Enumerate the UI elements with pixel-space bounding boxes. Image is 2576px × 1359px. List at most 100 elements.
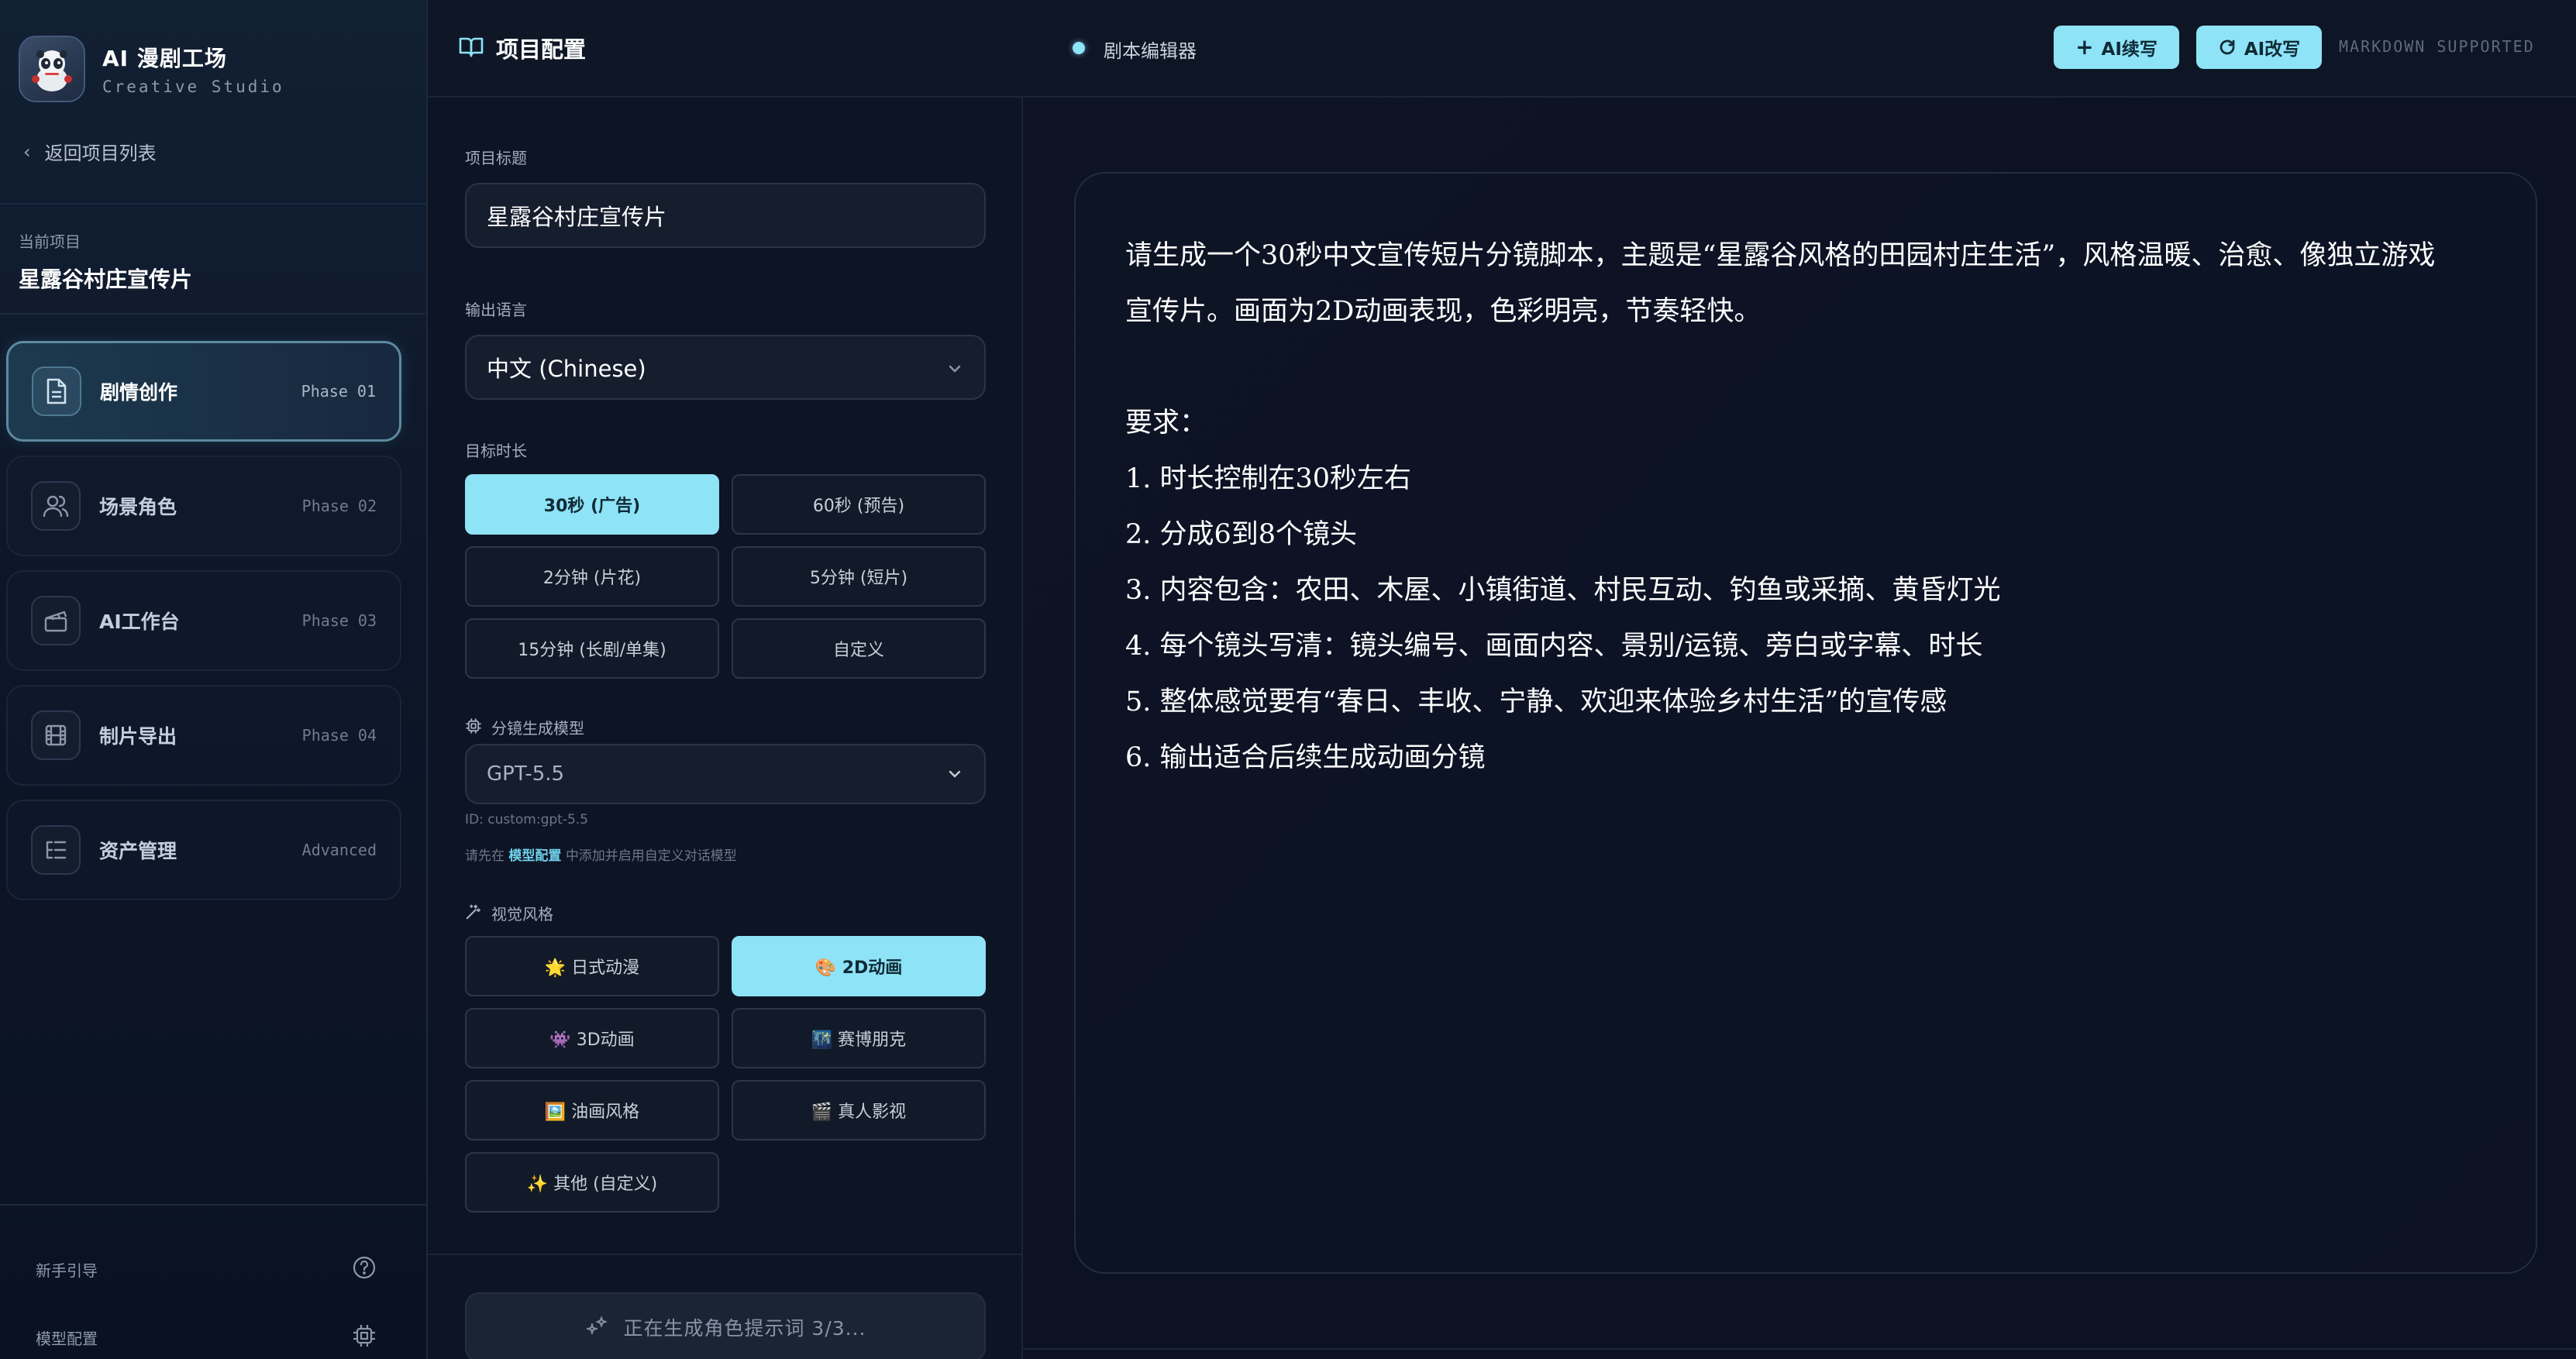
back-to-projects-label: 返回项目列表	[44, 143, 157, 164]
output-language-label: 输出语言	[465, 301, 527, 319]
current-project-caption: 当前项目	[19, 232, 81, 251]
model-config-hint: 请先在 模型配置 中添加并启用自定义对话模型	[465, 845, 737, 864]
style-option-cyberpunk[interactable]: 🌃 赛博朋克	[732, 1008, 986, 1068]
current-project: 当前项目 星露谷村庄宣传片	[19, 229, 192, 294]
project-title-input[interactable]: 星露谷村庄宣传片	[465, 183, 986, 248]
model-hint-suffix: 中添加并启用自定义对话模型	[565, 848, 737, 864]
sidebar-divider	[0, 1204, 428, 1206]
sidebar-item-label: 剧情创作	[100, 381, 178, 404]
magic-wand-icon	[465, 903, 482, 924]
markdown-supported-note: MARKDOWN SUPPORTED	[2339, 37, 2535, 56]
robot-logo-icon	[19, 36, 85, 102]
style-option-other-custom[interactable]: ✨ 其他 (自定义)	[465, 1152, 719, 1213]
duration-option-15min[interactable]: 15分钟 (长剧/单集)	[465, 618, 719, 679]
target-duration-label: 目标时长	[465, 442, 527, 460]
script-line: 2. 分成6到8个镜头	[1125, 519, 1358, 550]
sidebar-item-label: 资产管理	[99, 840, 177, 862]
script-line: 1. 时长控制在30秒左右	[1125, 463, 1412, 494]
chevron-down-icon	[945, 354, 964, 380]
brand-title: AI 漫剧工场	[102, 46, 227, 71]
script-line: 要求：	[1125, 408, 1207, 439]
beginner-guide-link[interactable]: 新手引导	[36, 1255, 377, 1283]
ai-rewrite-label: AI改写	[2244, 40, 2301, 60]
chevron-left-icon: ‹	[23, 140, 31, 163]
script-line: 6. 输出适合后续生成动画分镜	[1125, 742, 1486, 773]
sidebar-item-phase: Phase 04	[301, 726, 377, 745]
storyboard-model-select[interactable]: GPT-5.5	[465, 744, 986, 804]
style-option-3d-animation[interactable]: 👾 3D动画	[465, 1008, 719, 1068]
duration-option-custom[interactable]: 自定义	[732, 618, 986, 679]
script-line: 5. 整体感觉要有“春日、丰收、宁静、欢迎来体验乡村生活”的宣传感	[1125, 686, 1947, 717]
script-line: 宣传片。画面为2D动画表现，色彩明亮，节奏轻快。	[1125, 296, 1762, 327]
model-config-link[interactable]: 模型配置	[36, 1323, 377, 1351]
config-panel-divider	[428, 1254, 1023, 1255]
book-open-icon	[459, 36, 484, 60]
sidebar-item-scenes-characters[interactable]: 场景角色 Phase 02	[6, 456, 401, 556]
script-line: 4. 每个镜头写清：镜头编号、画面内容、景别/运镜、旁白或字幕、时长	[1125, 631, 1983, 662]
sidebar-item-phase: Phase 02	[301, 497, 377, 515]
help-circle-icon	[352, 1255, 377, 1283]
model-config-label: 模型配置	[36, 1329, 98, 1348]
sidebar-item-phase: Phase 01	[301, 382, 376, 401]
sidebar-item-ai-workbench[interactable]: AI工作台 Phase 03	[6, 570, 401, 671]
list-icon	[31, 825, 81, 875]
storyboard-model-label: 分镜生成模型	[491, 719, 584, 738]
document-icon	[32, 366, 81, 416]
editor-header: 剧本编辑器 + AI续写 AI改写 MARKDOWN SUPPORTED	[1023, 0, 2576, 98]
ai-rewrite-button[interactable]: AI改写	[2196, 26, 2322, 69]
script-line: 请生成一个30秒中文宣传短片分镜脚本，主题是“星露谷风格的田园村庄生活”，风格温…	[1125, 240, 2436, 271]
sidebar-divider	[0, 203, 428, 205]
duration-option-5min[interactable]: 5分钟 (短片)	[732, 546, 986, 607]
ai-continue-button[interactable]: + AI续写	[2054, 26, 2179, 69]
config-panel-title: 项目配置	[496, 36, 587, 63]
sidebar-item-label: 场景角色	[99, 496, 177, 518]
model-hint-prefix: 请先在	[465, 848, 505, 864]
sidebar-item-phase: Phase 03	[301, 611, 377, 630]
brand-subtitle: Creative Studio	[102, 77, 284, 96]
editor-bottom-divider	[1023, 1348, 2576, 1350]
beginner-guide-label: 新手引导	[36, 1261, 98, 1280]
duration-option-60s[interactable]: 60秒 (预告)	[732, 474, 986, 535]
cpu-chip-icon	[465, 717, 482, 738]
output-language-value: 中文 (Chinese)	[487, 356, 646, 382]
brand: AI 漫剧工场 Creative Studio	[19, 36, 284, 102]
current-project-name: 星露谷村庄宣传片	[19, 267, 193, 292]
back-to-projects-link[interactable]: ‹ 返回项目列表	[23, 138, 157, 165]
script-content: 请生成一个30秒中文宣传短片分镜脚本，主题是“星露谷风格的田园村庄生活”，风格温…	[1125, 228, 2474, 786]
sparkle-loading-icon	[584, 1313, 609, 1341]
sidebar-divider	[0, 313, 428, 315]
sidebar-item-production-export[interactable]: 制片导出 Phase 04	[6, 685, 401, 786]
storyboard-model-section: 分镜生成模型	[465, 716, 584, 738]
editor-title: 剧本编辑器	[1104, 40, 1197, 62]
style-option-live-action[interactable]: 🎬 真人影视	[732, 1080, 986, 1141]
config-panel-header: 项目配置	[428, 0, 1023, 98]
script-textarea[interactable]: 请生成一个30秒中文宣传短片分镜脚本，主题是“星露谷风格的田园村庄生活”，风格温…	[1074, 172, 2537, 1274]
sidebar-item-label: 制片导出	[99, 725, 177, 748]
style-option-anime[interactable]: 🌟 日式动漫	[465, 936, 719, 996]
duration-option-30s[interactable]: 30秒 (广告)	[465, 474, 719, 535]
plus-icon: +	[2075, 34, 2094, 60]
refresh-icon	[2218, 38, 2237, 57]
sidebar-item-story[interactable]: 剧情创作 Phase 01	[6, 341, 401, 442]
output-language-select[interactable]: 中文 (Chinese)	[465, 335, 986, 400]
sidebar-item-label: AI工作台	[99, 611, 180, 633]
script-editor: 剧本编辑器 + AI续写 AI改写 MARKDOWN SUPPORTED 请生成…	[1023, 0, 2576, 1359]
generate-progress-button[interactable]: 正在生成角色提示词 3/3...	[465, 1292, 986, 1359]
app-root: AI 漫剧工场 Creative Studio ‹ 返回项目列表 当前项目 星露…	[0, 0, 2576, 1359]
model-config-hint-link[interactable]: 模型配置	[508, 848, 561, 864]
project-config-panel: 项目配置 项目标题 星露谷村庄宣传片 输出语言 中文 (Chinese) 目标时…	[428, 0, 1023, 1359]
style-option-2d-animation[interactable]: 🎨 2D动画	[732, 936, 986, 996]
generate-progress-label: 正在生成角色提示词 3/3...	[623, 1317, 866, 1340]
ai-continue-label: AI续写	[2101, 40, 2158, 60]
storyboard-model-value: GPT-5.5	[487, 762, 565, 786]
sidebar-item-asset-management[interactable]: 资产管理 Advanced	[6, 800, 401, 900]
chevron-down-icon	[945, 762, 964, 786]
duration-option-2min[interactable]: 2分钟 (片花)	[465, 546, 719, 607]
visual-style-section: 视觉风格	[465, 902, 553, 924]
script-line: 3. 内容包含：农田、木屋、小镇街道、村民互动、钓鱼或采摘、黄昏灯光	[1125, 575, 2001, 606]
style-option-oil-painting[interactable]: 🖼️ 油画风格	[465, 1080, 719, 1141]
project-title-label: 项目标题	[465, 149, 527, 167]
cpu-chip-icon	[352, 1323, 377, 1351]
visual-style-label: 视觉风格	[491, 905, 553, 924]
sidebar-item-phase: Advanced	[301, 841, 377, 859]
